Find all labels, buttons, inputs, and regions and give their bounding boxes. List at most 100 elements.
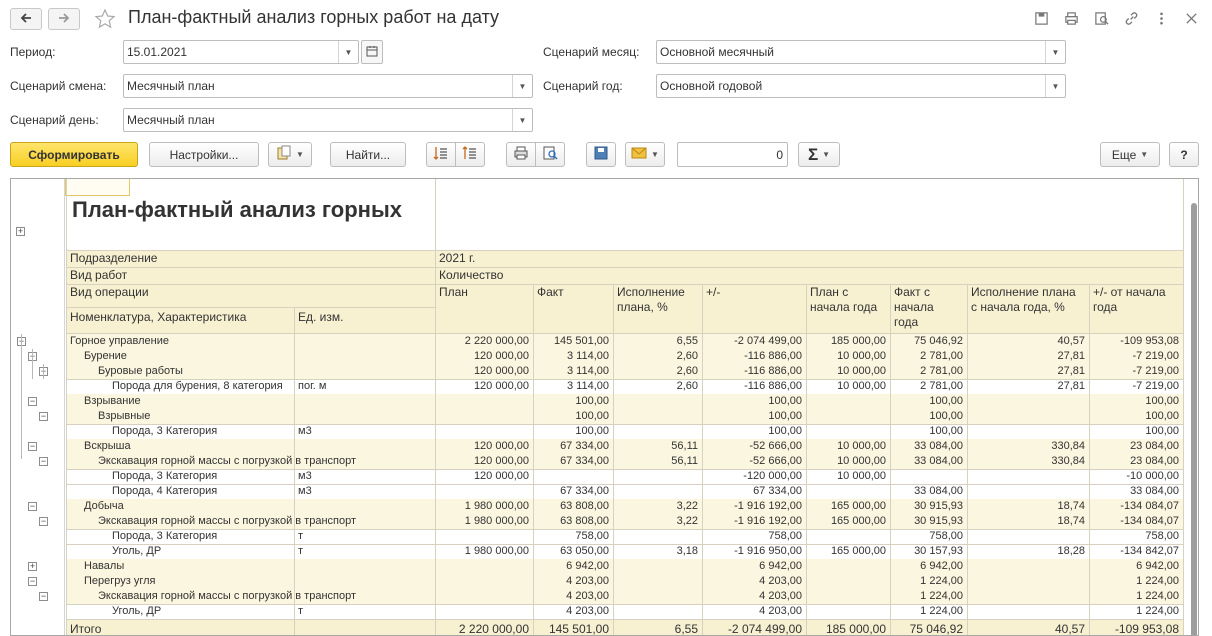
more-vertical-icon[interactable]: [1152, 9, 1170, 27]
table-cell-fact-ytd: 33 084,00: [914, 455, 963, 467]
save-icon[interactable]: [1032, 9, 1050, 27]
row-grouping-panel: [11, 179, 65, 635]
report-spreadsheet[interactable]: + План-фактный анализ горных Подразделен…: [10, 178, 1199, 636]
chevron-down-icon[interactable]: ▼: [1045, 75, 1065, 97]
preview-icon[interactable]: [1092, 9, 1110, 27]
sum-field[interactable]: 0: [677, 142, 788, 167]
sum-value: 0: [776, 147, 783, 162]
chevron-down-icon[interactable]: ▼: [338, 41, 358, 63]
table-cell-exec-ytd: 27,81: [1057, 365, 1085, 377]
vertical-scrollbar[interactable]: [1191, 203, 1197, 635]
tree-line: [21, 334, 22, 459]
table-cell-diff: 100,00: [768, 425, 802, 437]
total-exec-ytd: 40,57: [1054, 622, 1085, 636]
collapse-icon[interactable]: −: [39, 457, 48, 466]
collapse-icon[interactable]: −: [28, 442, 37, 451]
variants-button[interactable]: ▼: [268, 142, 312, 167]
collapse-groups-button[interactable]: [455, 142, 485, 167]
table-cell-fact-ytd: 30 915,93: [914, 500, 963, 512]
preview-button[interactable]: [535, 142, 565, 167]
header-plan-ytd: План с начала года: [810, 285, 878, 314]
table-cell-exec: 2,60: [676, 365, 698, 377]
more-label: Еще: [1111, 147, 1137, 162]
collapse-icon[interactable]: −: [28, 577, 37, 586]
back-button[interactable]: [10, 8, 42, 30]
forward-button[interactable]: [48, 8, 80, 30]
table-cell-name: Порода, 4 Категория: [112, 485, 218, 497]
table-cell-diff-ytd: 100,00: [1145, 425, 1179, 437]
table-cell-name: Порода, 3 Категория: [112, 530, 218, 542]
header-department: Подразделение: [70, 251, 158, 265]
link-icon[interactable]: [1122, 9, 1140, 27]
table-cell-fact-ytd: 30 915,93: [914, 515, 963, 527]
column-line: [66, 179, 67, 635]
table-cell-plan-ytd: 10 000,00: [837, 440, 886, 452]
header-line: [66, 307, 435, 308]
calendar-button[interactable]: [361, 40, 383, 64]
column-line: [1183, 179, 1184, 635]
more-button[interactable]: Еще ▼: [1100, 142, 1160, 167]
table-cell-diff: 4 203,00: [759, 575, 802, 587]
month-scenario-value: Основной месячный: [660, 45, 774, 59]
generate-button[interactable]: Сформировать: [10, 142, 138, 167]
table-cell-fact: 100,00: [575, 425, 609, 437]
sum-mode-button[interactable]: Σ ▼: [798, 142, 840, 167]
help-button[interactable]: ?: [1169, 142, 1199, 167]
collapse-icon[interactable]: −: [39, 412, 48, 421]
find-button[interactable]: Найти...: [330, 142, 406, 167]
chevron-down-icon[interactable]: ▼: [512, 75, 532, 97]
chevron-down-icon: ▼: [1140, 150, 1149, 159]
period-field[interactable]: 15.01.2021 ▼: [123, 40, 359, 64]
table-cell-fact-ytd: 6 942,00: [920, 560, 963, 572]
table-cell-diff: 100,00: [768, 395, 802, 407]
table-cell-diff-ytd: -10 000,00: [1126, 470, 1179, 482]
table-cell-plan-ytd: 165 000,00: [830, 515, 886, 527]
table-cell-fact-ytd: 758,00: [929, 530, 963, 542]
table-cell-unit: т: [298, 530, 304, 542]
year-scenario-field[interactable]: Основной годовой ▼: [656, 74, 1066, 98]
header-year: 2021 г.: [439, 251, 476, 265]
day-scenario-field[interactable]: Месячный план ▼: [123, 108, 533, 132]
table-cell-plan: 120 000,00: [473, 440, 529, 452]
expand-groups-button[interactable]: [426, 142, 456, 167]
table-cell-name: Бурение: [84, 350, 127, 362]
table-cell-fact-ytd: 1 224,00: [920, 605, 963, 617]
shift-scenario-field[interactable]: Месячный план ▼: [123, 74, 533, 98]
table-cell-name: Вскрыша: [84, 440, 131, 452]
table-cell-exec-ytd: 18,74: [1057, 500, 1085, 512]
settings-button[interactable]: Настройки...: [149, 142, 259, 167]
print-icon[interactable]: [1062, 9, 1080, 27]
send-email-button[interactable]: ▼: [625, 142, 665, 167]
save-button[interactable]: [586, 142, 616, 167]
collapse-icon[interactable]: −: [39, 592, 48, 601]
chevron-down-icon[interactable]: ▼: [512, 109, 532, 131]
star-icon[interactable]: [94, 8, 116, 30]
table-cell-plan: 1 980 000,00: [464, 545, 529, 557]
close-icon[interactable]: [1182, 9, 1200, 27]
month-scenario-field[interactable]: Основной месячный ▼: [656, 40, 1066, 64]
column-line: [533, 284, 534, 635]
expand-icon[interactable]: +: [28, 562, 37, 571]
table-cell-diff: -1 916 192,00: [734, 515, 802, 527]
table-cell-name: Взрывание: [84, 395, 141, 407]
table-cell-fact: 4 203,00: [566, 590, 609, 602]
table-cell-plan-ytd: 165 000,00: [830, 500, 886, 512]
chevron-down-icon: ▼: [651, 150, 659, 159]
print-button[interactable]: [506, 142, 536, 167]
sigma-icon: Σ: [807, 144, 819, 164]
chevron-down-icon[interactable]: ▼: [1045, 41, 1065, 63]
collapse-icon[interactable]: −: [39, 517, 48, 526]
table-cell-name: Горное управление: [70, 335, 169, 347]
tree-line: [43, 364, 44, 379]
table-cell-fact-ytd: 1 224,00: [920, 575, 963, 587]
table-cell-unit: м3: [298, 470, 312, 482]
table-cell-plan: 120 000,00: [473, 380, 529, 392]
expand-all-icon[interactable]: +: [16, 227, 25, 236]
table-cell-name: Добыча: [84, 500, 124, 512]
table-cell-plan: 120 000,00: [473, 455, 529, 467]
tree-line: [32, 349, 33, 379]
collapse-icon[interactable]: −: [28, 397, 37, 406]
table-cell-diff: -2 074 499,00: [734, 335, 802, 347]
collapse-icon[interactable]: −: [28, 502, 37, 511]
table-cell-diff-ytd: 1 224,00: [1136, 590, 1179, 602]
